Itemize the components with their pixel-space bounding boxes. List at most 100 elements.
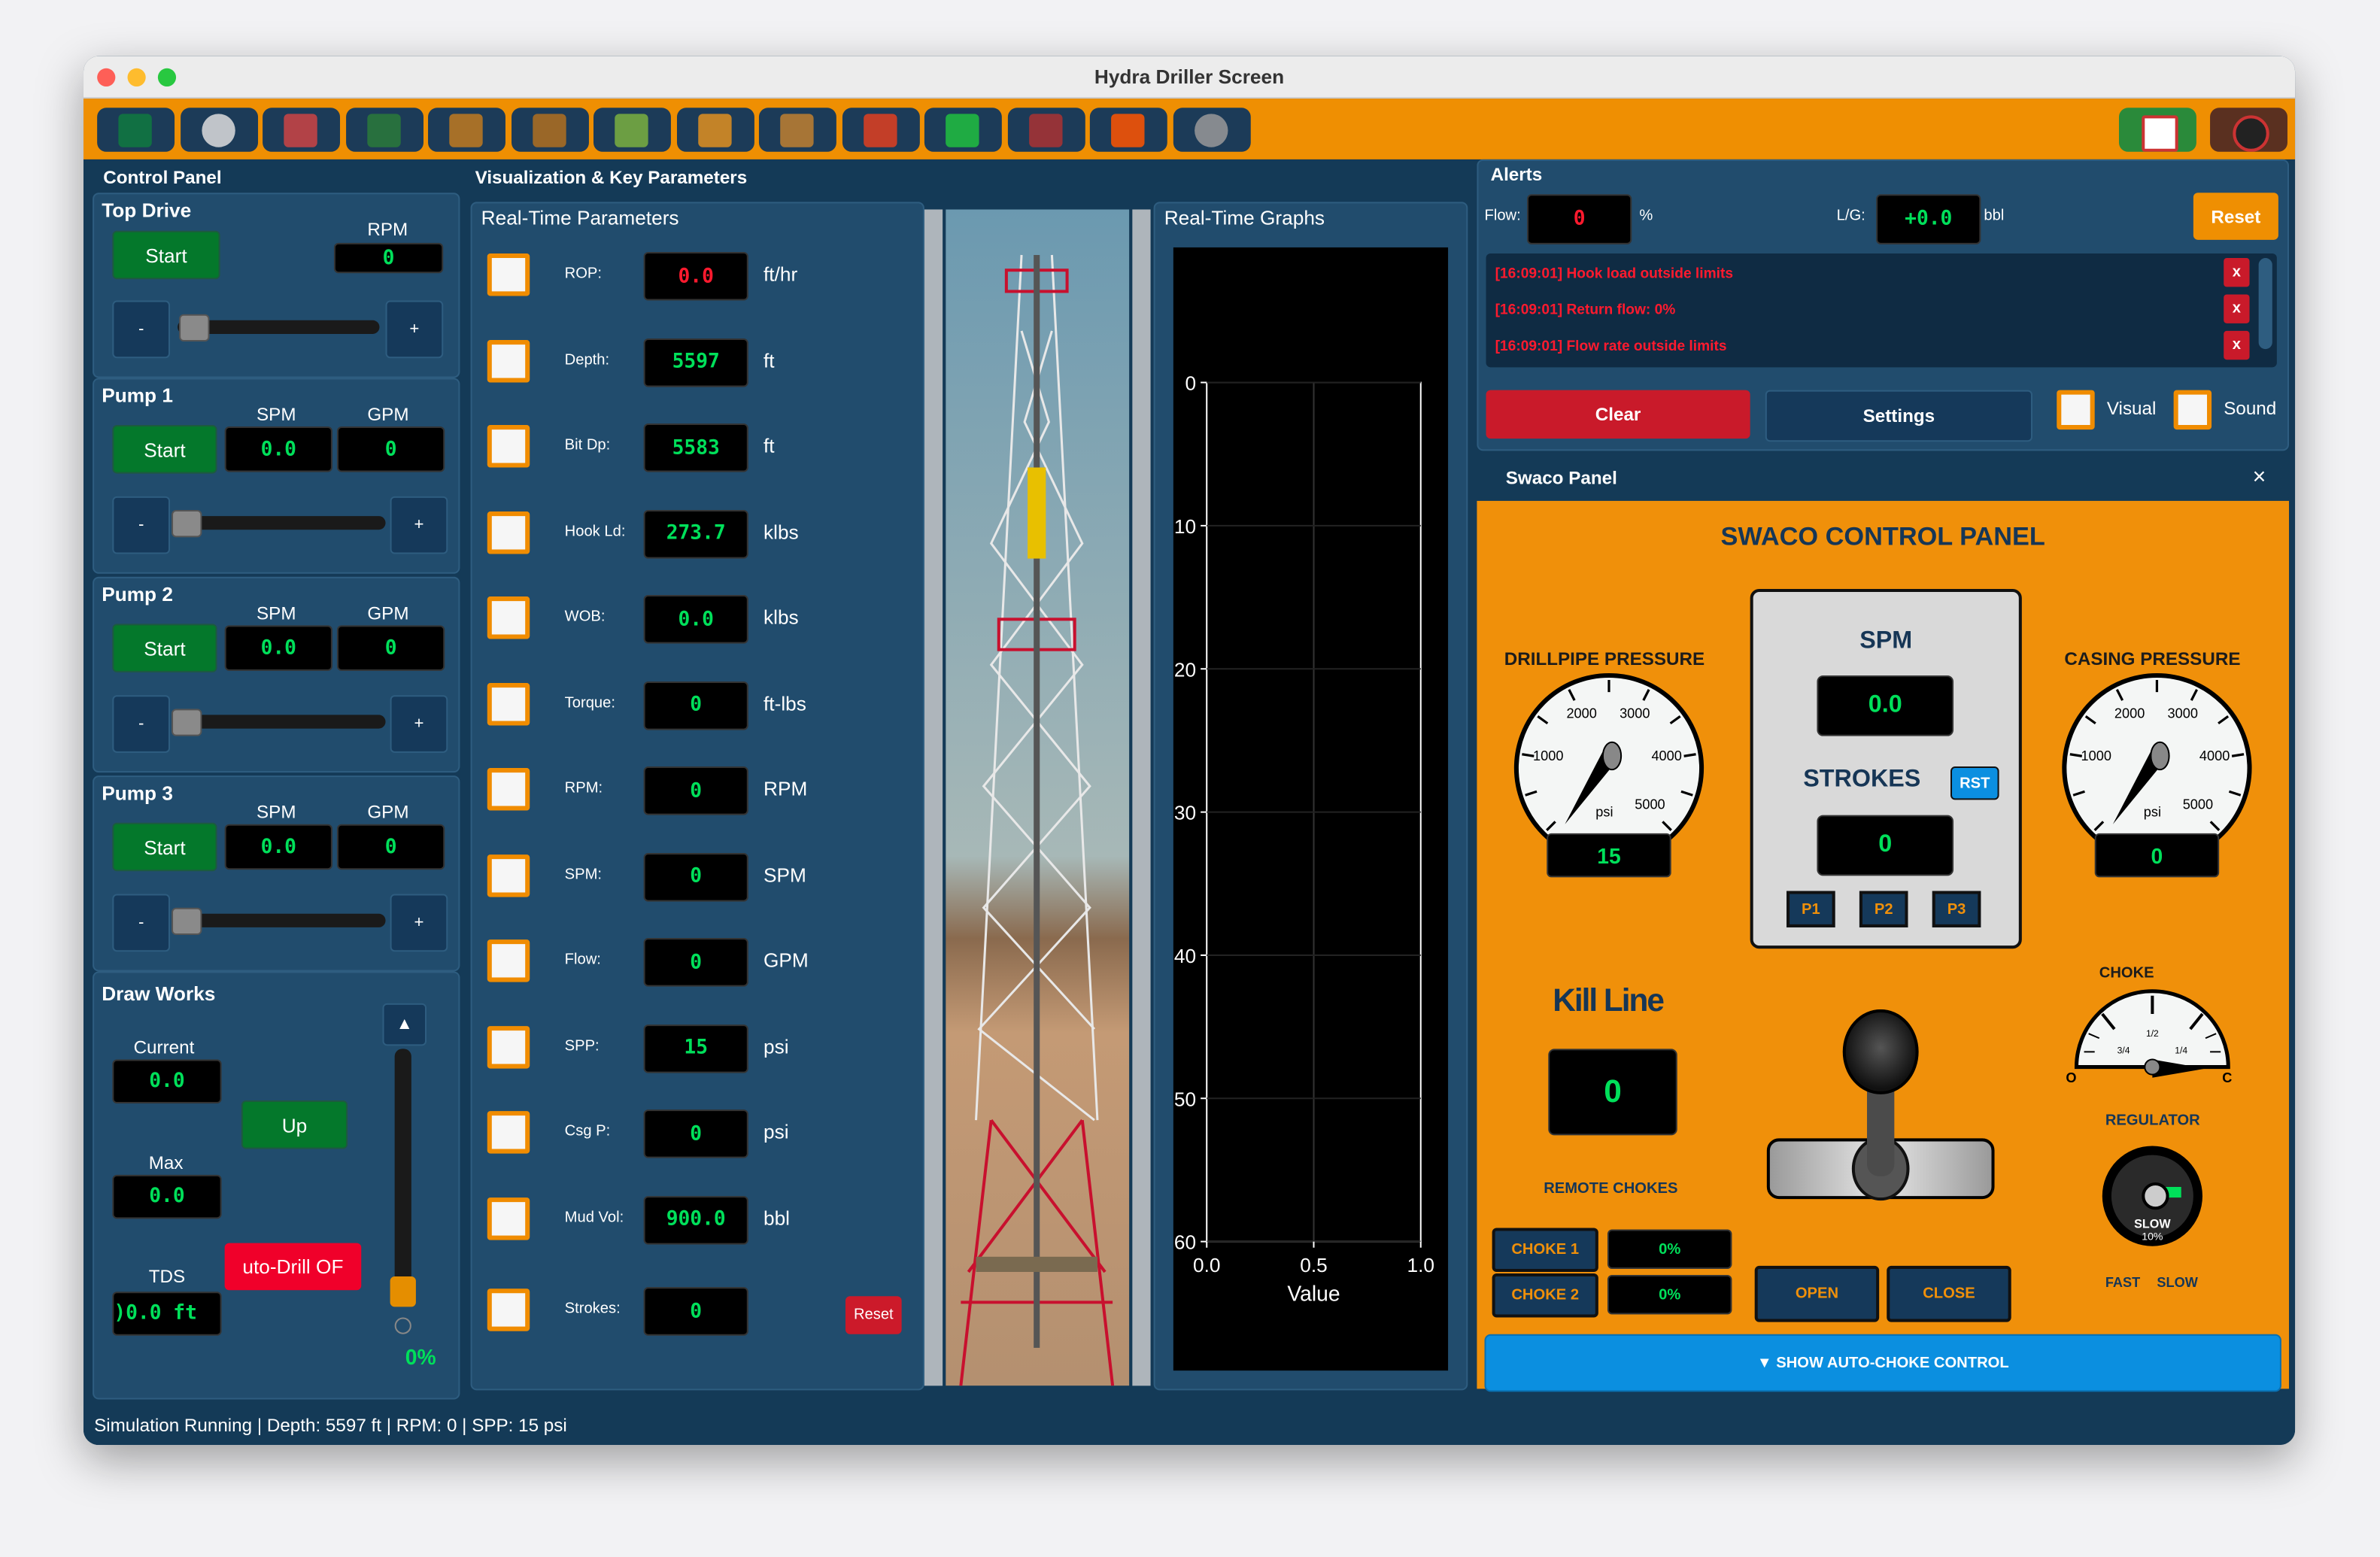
pump-rate-slider[interactable] <box>178 914 385 927</box>
parameter-checkbox[interactable] <box>487 682 530 725</box>
toolbar-pump-button[interactable] <box>345 108 423 152</box>
strokes-reset-button[interactable]: Reset <box>845 1296 902 1334</box>
pump-start-button[interactable]: Start <box>112 823 217 872</box>
pump-rate-slider[interactable] <box>178 516 385 530</box>
splitter-handle[interactable] <box>1132 209 1150 1386</box>
tds-display: )0.0 ft <box>112 1291 221 1336</box>
toolbar-pressure-gauge-button[interactable] <box>180 108 257 152</box>
pump-slider-handle[interactable] <box>172 510 202 537</box>
radio-indicator[interactable] <box>395 1318 411 1334</box>
parameter-checkbox[interactable] <box>487 1025 530 1068</box>
parameter-label: Flow: <box>565 952 601 968</box>
pump-select-button[interactable]: P2 <box>1859 891 1908 927</box>
pump-select-button[interactable]: P1 <box>1787 891 1835 927</box>
regulator-knob[interactable]: SLOW 10% <box>2102 1146 2202 1246</box>
close-swaco-button[interactable]: × <box>2253 464 2266 490</box>
parameter-checkbox[interactable] <box>487 939 530 982</box>
choke-1-button[interactable]: CHOKE 1 <box>1492 1228 1598 1272</box>
toolbar-manifold-button[interactable] <box>263 108 340 152</box>
choke-2-button[interactable]: CHOKE 2 <box>1492 1273 1598 1318</box>
casing-pressure-display: 0 <box>2095 833 2219 878</box>
pump-decrease-button[interactable]: - <box>112 695 170 753</box>
toolbar-checklist-button[interactable] <box>2119 108 2196 152</box>
graphs-title: Real-Time Graphs <box>1164 206 1325 229</box>
pump-decrease-button[interactable]: - <box>112 496 170 554</box>
pump-increase-button[interactable]: + <box>390 695 448 753</box>
parameter-checkbox[interactable] <box>487 1197 530 1240</box>
dismiss-alert-button[interactable]: x <box>2224 331 2249 360</box>
auto-drill-toggle-button[interactable]: uto-Drill OF <box>225 1243 362 1291</box>
alerts-reset-button[interactable]: Reset <box>2193 193 2278 240</box>
graphs-panel: Real-Time Graphs 01020304050600.00.51.0V… <box>1154 202 1468 1390</box>
pump-increase-button[interactable]: + <box>390 496 448 554</box>
toolbar-flow-rate-button[interactable] <box>428 108 505 152</box>
parameter-checkbox[interactable] <box>487 1288 530 1331</box>
dismiss-alert-button[interactable]: x <box>2224 294 2249 323</box>
top-drive-increase-button[interactable]: + <box>386 301 444 359</box>
close-button[interactable]: CLOSE <box>1887 1266 2011 1322</box>
swaco-title: SWACO CONTROL PANEL <box>1477 522 2289 552</box>
pump-3-section: Pump 3 SPM GPM Start 0.0 0 - + <box>93 775 460 971</box>
splitter-handle[interactable] <box>924 209 943 1386</box>
toolbar-camera-button[interactable] <box>1173 108 1250 152</box>
pump-start-button[interactable]: Start <box>112 425 217 474</box>
tanks-icon <box>532 114 565 147</box>
top-drive-decrease-button[interactable]: - <box>112 301 170 359</box>
toolbar-tanks-button[interactable] <box>511 108 588 152</box>
parameter-checkbox[interactable] <box>487 339 530 382</box>
up-button[interactable]: Up <box>241 1100 348 1149</box>
pump-increase-button[interactable]: + <box>390 894 448 952</box>
pump-slider-handle[interactable] <box>172 908 202 935</box>
alert-settings-button[interactable]: Settings <box>1765 390 2032 442</box>
pump-rate-slider[interactable] <box>178 715 385 728</box>
sound-checkbox[interactable] <box>2174 390 2212 429</box>
fast-label: FAST <box>2105 1275 2140 1290</box>
draw-works-vertical-slider[interactable] <box>395 1049 411 1291</box>
top-drive-start-button[interactable]: Start <box>112 231 220 280</box>
current-display: 0.0 <box>112 1059 221 1103</box>
swaco-panel-title: Swaco Panel <box>1506 468 1617 489</box>
parameter-checkbox[interactable] <box>487 425 530 468</box>
swaco-control-panel: SWACO CONTROL PANEL DRILLPIPE PRESSURE C… <box>1477 501 2289 1389</box>
toolbar-trip-button[interactable] <box>676 108 754 152</box>
kill-line-display: 0 <box>1548 1049 1677 1135</box>
regulator-mode: SLOW <box>2102 1217 2202 1231</box>
pump-select-button[interactable]: P3 <box>1932 891 1981 927</box>
pump-slider-handle[interactable] <box>172 709 202 736</box>
parameter-checkbox[interactable] <box>487 768 530 811</box>
drillpipe-pressure-display: 15 <box>1547 833 1671 878</box>
dismiss-alert-button[interactable]: x <box>2224 258 2249 287</box>
toolbar-standpipe-button[interactable] <box>593 108 671 152</box>
toolbar-choke-manifold-button[interactable] <box>1007 108 1085 152</box>
toolbar-drawworks-button[interactable] <box>97 108 175 152</box>
visual-checkbox[interactable] <box>2057 390 2094 429</box>
pressure-gauge-icon <box>201 114 234 147</box>
choke-lever-joystick[interactable] <box>1765 1009 2001 1214</box>
pump-start-button[interactable]: Start <box>112 624 217 672</box>
parameter-checkbox[interactable] <box>487 1111 530 1154</box>
parameter-checkbox[interactable] <box>487 511 530 554</box>
toolbar-kill-gauge-button[interactable] <box>2210 108 2287 152</box>
casing-pressure-title: CASING PRESSURE <box>2064 648 2240 669</box>
parameter-checkbox[interactable] <box>487 253 530 296</box>
toolbar-bop-annular-button[interactable] <box>842 108 919 152</box>
top-drive-slider-handle[interactable] <box>179 314 209 341</box>
parameter-value: 0 <box>644 1287 748 1336</box>
toolbar-accumulator-button[interactable] <box>1090 108 1167 152</box>
parameter-label: SPM: <box>565 866 602 882</box>
draw-works-slider-handle[interactable] <box>390 1276 416 1307</box>
max-label: Max <box>149 1152 184 1173</box>
toolbar-mud-bucket-button[interactable] <box>759 108 836 152</box>
strokes-reset-rst-button[interactable]: RST <box>1950 766 1999 800</box>
parameter-checkbox[interactable] <box>487 596 530 639</box>
show-auto-choke-button[interactable]: ▼ SHOW AUTO-CHOKE CONTROL <box>1485 1334 2281 1392</box>
toolbar-flow-monitor-button[interactable] <box>924 108 1002 152</box>
clear-alerts-button[interactable]: Clear <box>1486 390 1750 439</box>
open-button[interactable]: OPEN <box>1755 1266 1879 1322</box>
alerts-scrollbar[interactable] <box>2259 258 2272 349</box>
draw-works-up-arrow-button[interactable]: ▲ <box>383 1003 427 1046</box>
regulator-percent: 10% <box>2102 1233 2202 1243</box>
parameter-unit: ft-lbs <box>763 691 806 714</box>
parameter-checkbox[interactable] <box>487 854 530 897</box>
pump-decrease-button[interactable]: - <box>112 894 170 952</box>
